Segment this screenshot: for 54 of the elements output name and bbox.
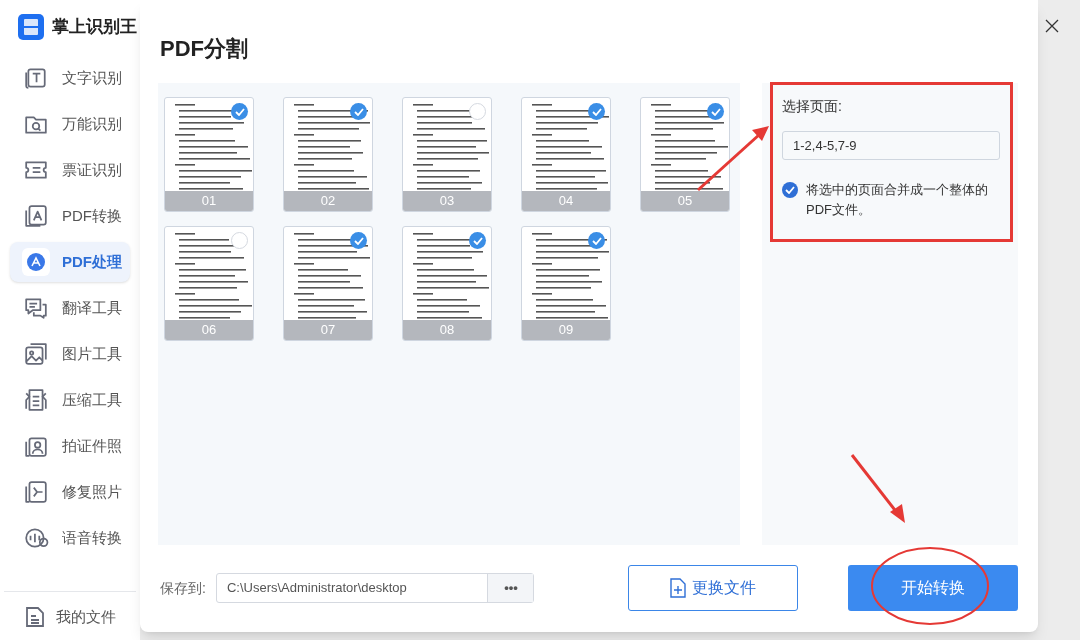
page-number: 03 (403, 191, 491, 211)
page-number: 01 (165, 191, 253, 211)
check-icon (591, 236, 602, 245)
check-icon (472, 236, 483, 245)
sidebar-item[interactable]: 我的文件 (56, 605, 116, 628)
check-icon (591, 107, 602, 116)
pdf-icon (22, 204, 50, 228)
compress-icon (22, 388, 50, 412)
file-icon (24, 605, 46, 628)
sidebar-item[interactable]: 票证识别 (10, 150, 130, 190)
checkbox-label: 将选中的页面合并成一个整体的PDF文件。 (806, 181, 989, 219)
image-icon (22, 342, 50, 366)
app-name: 掌上识别王 (52, 16, 137, 39)
check-icon (353, 107, 364, 116)
page-number: 08 (403, 320, 491, 340)
page-number: 07 (284, 320, 372, 340)
page-number: 05 (641, 191, 729, 211)
sidebar-item[interactable]: 翻译工具 (10, 288, 130, 328)
voice-icon (22, 526, 50, 550)
check-icon (234, 107, 245, 116)
sidebar-item[interactable]: 语音转换 (10, 518, 130, 558)
page-range-field[interactable]: 1-2,4-5,7-9 (782, 131, 1000, 160)
sidebar-item[interactable]: 万能识别 (10, 104, 130, 144)
save-path-field[interactable]: C:\Users\Administrator\desktop ••• (215, 573, 535, 603)
replace-file-button[interactable]: 更换文件 (628, 565, 799, 611)
app-logo-icon (18, 14, 44, 40)
path-text: C:\Users\Administrator\desktop (225, 579, 408, 598)
check-icon (353, 236, 364, 245)
checkbox[interactable] (782, 182, 798, 198)
sidebar-item[interactable]: 拍证件照 (10, 426, 130, 466)
sidebar-item[interactable]: 文字识别 (10, 58, 130, 98)
page-number: 02 (284, 191, 372, 211)
check-icon (785, 186, 795, 194)
sidebar-item[interactable]: PDF转换 (10, 196, 130, 236)
portrait-icon (22, 434, 50, 458)
page-number: 09 (522, 320, 610, 340)
dialog-title: PDF分割 (159, 35, 249, 63)
field-label: 选择页面: (782, 97, 843, 116)
sidebar-item[interactable]: PDF处理 (10, 242, 130, 282)
ticket-icon (22, 158, 50, 182)
save-label: 保存到: (160, 578, 207, 598)
page-number: 04 (522, 191, 610, 211)
annotation-arrow (697, 126, 769, 192)
pdf-icon (22, 248, 50, 276)
check-icon (710, 107, 721, 116)
repair-icon (22, 480, 50, 504)
translate-icon (22, 296, 50, 320)
sidebar-item[interactable]: 修复照片 (10, 472, 130, 512)
sidebar-item[interactable]: 图片工具 (10, 334, 130, 374)
sidebar-item[interactable]: 压缩工具 (10, 380, 130, 420)
annotation-arrow (850, 454, 905, 523)
add-file-icon (670, 578, 687, 598)
page-number: 06 (165, 320, 253, 340)
browse-button[interactable]: ••• (487, 574, 534, 602)
